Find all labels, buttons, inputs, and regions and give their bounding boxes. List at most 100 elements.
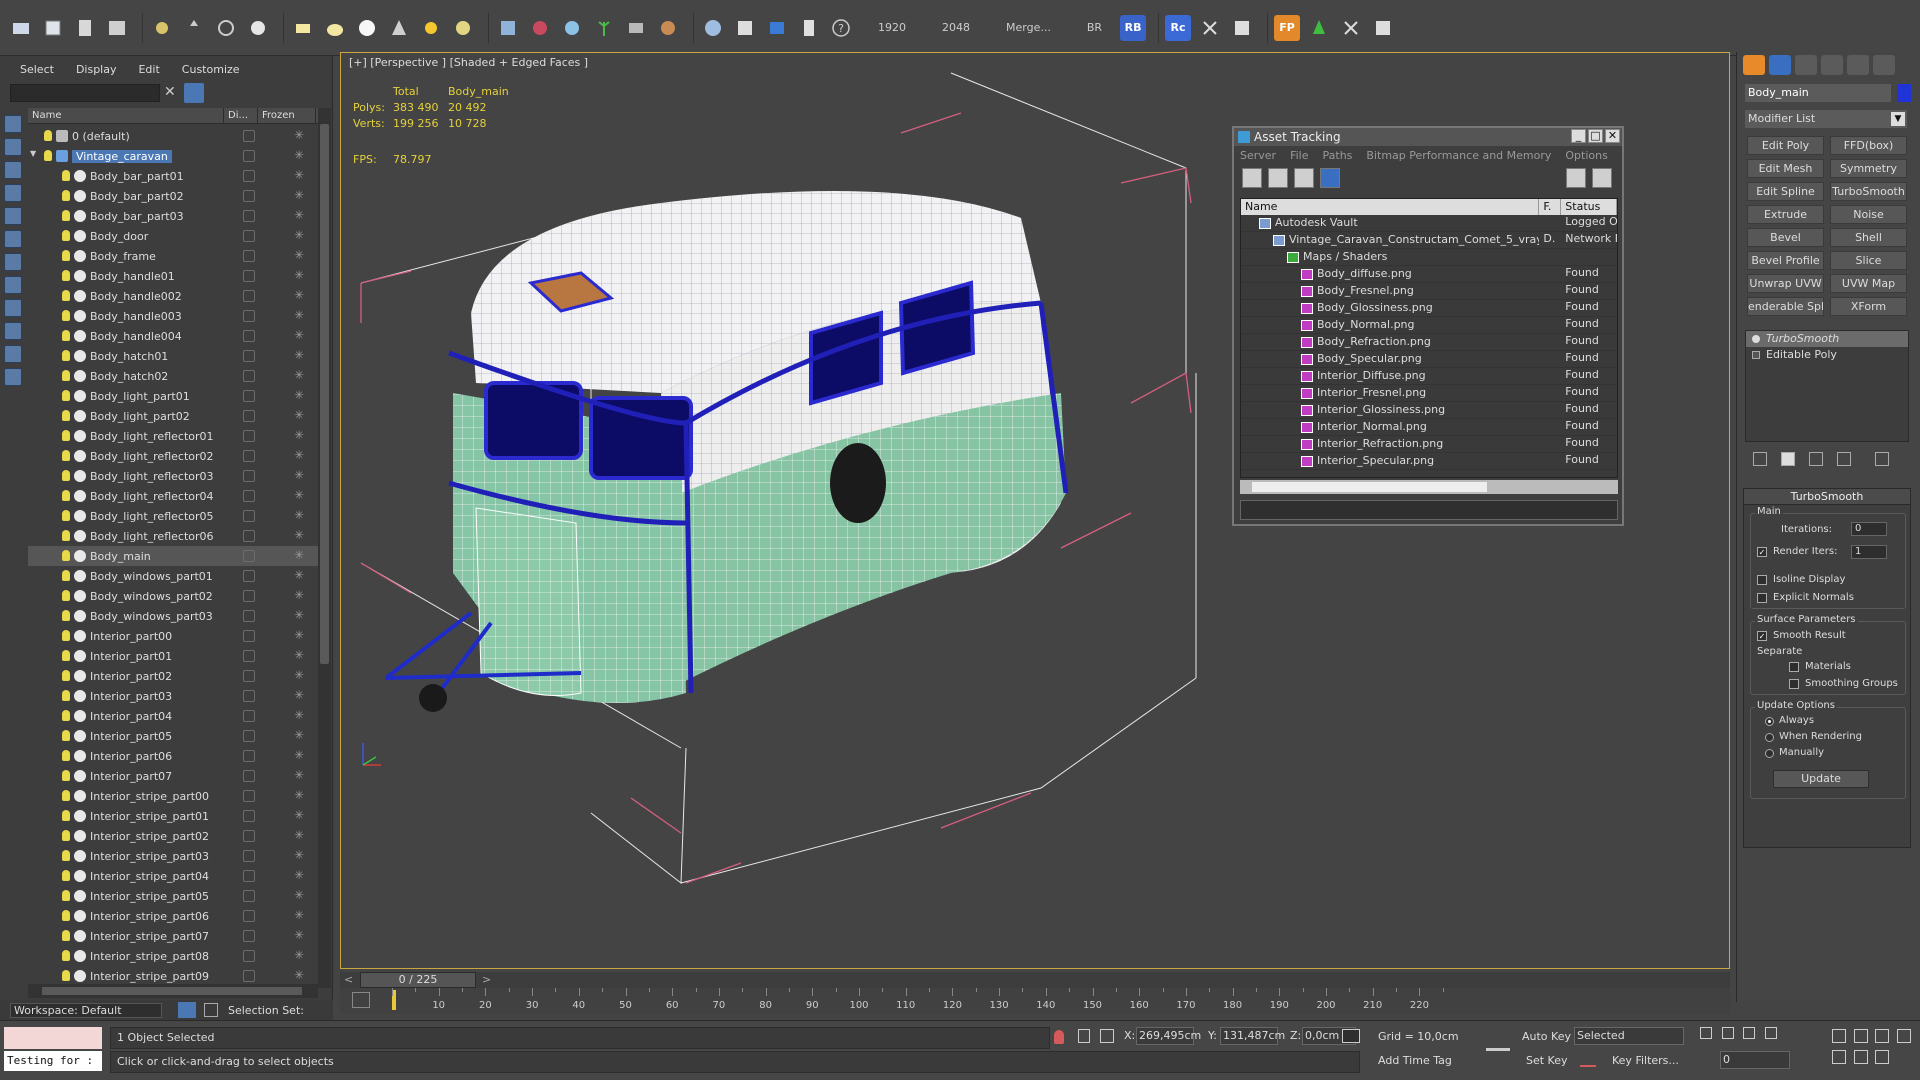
display-toggle-icon[interactable] [243,170,255,182]
display-toggle-icon[interactable] [243,290,255,302]
visibility-bulb-icon[interactable] [62,270,70,281]
rotate-icon[interactable] [213,15,239,41]
display-toggle-icon[interactable] [243,470,255,482]
object-row[interactable]: Interior_part01 ✳ [28,646,318,666]
fp-button[interactable]: FP [1274,14,1301,41]
display-tab-icon[interactable] [1847,55,1869,75]
open-icon[interactable] [8,15,34,41]
freeze-toggle-icon[interactable]: ✳ [294,168,304,182]
next-key-icon[interactable] [1764,1027,1777,1039]
dome-light-icon[interactable] [450,15,476,41]
visibility-bulb-icon[interactable] [62,650,70,661]
object-name-field[interactable]: Body_main [1745,84,1891,102]
minimize-button[interactable]: _ [1571,129,1586,143]
current-frame-field[interactable]: 0 [1720,1051,1790,1069]
freeze-toggle-icon[interactable]: ✳ [294,508,304,522]
visibility-bulb-icon[interactable] [62,190,70,201]
object-row[interactable]: Body_handle002 ✳ [28,286,318,306]
freeze-toggle-icon[interactable]: ✳ [294,808,304,822]
object-row[interactable]: Body_light_reflector04 ✳ [28,486,318,506]
stack-item-turbosmooth[interactable]: TurboSmooth [1746,331,1908,347]
modifier-button[interactable]: FFD(box) [1830,136,1907,155]
modify-tab-icon[interactable] [1769,55,1791,75]
modifier-list-dropdown[interactable]: Modifier List ▼ [1745,110,1907,128]
move-icon[interactable] [181,15,207,41]
display-toggle-icon[interactable] [243,450,255,462]
auto-key-button[interactable]: Auto Key [1522,1030,1571,1043]
explorer-search-input[interactable] [10,84,160,102]
layer-row[interactable]: ▼ Vintage_caravan ✳ [28,146,318,166]
modifier-button[interactable]: Slice [1830,251,1907,270]
asset-horizontal-scrollbar[interactable] [1240,480,1618,494]
freeze-toggle-icon[interactable]: ✳ [294,648,304,662]
display-toggle-icon[interactable] [243,910,255,922]
render-iters-checkbox[interactable]: ✓ [1757,547,1767,557]
asset-row[interactable]: Interior_Fresnel.png Found [1241,385,1617,402]
display-toggle-icon[interactable] [243,950,255,962]
object-row[interactable]: Interior_part00 ✳ [28,626,318,646]
rollout-title[interactable]: TurboSmooth [1744,489,1910,505]
display-toggle-icon[interactable] [243,790,255,802]
lock-icon[interactable] [1078,1029,1090,1043]
display-lights-icon[interactable] [4,184,22,202]
asset-row[interactable]: Autodesk Vault Logged Ou [1241,215,1617,232]
display-shapes-icon[interactable] [4,161,22,179]
freeze-toggle-icon[interactable]: ✳ [294,528,304,542]
file-icon[interactable] [796,15,822,41]
display-helpers-icon[interactable] [4,230,22,248]
display-all-icon[interactable] [4,115,22,133]
asset-tracking-titlebar[interactable]: Asset Tracking _ □ ✕ [1234,128,1622,146]
visibility-bulb-icon[interactable] [62,730,70,741]
freeze-toggle-icon[interactable]: ✳ [294,228,304,242]
column-name[interactable]: Name [28,108,224,123]
display-toggle-icon[interactable] [243,570,255,582]
material-icon[interactable] [527,15,553,41]
visibility-bulb-icon[interactable] [62,750,70,761]
display-toggle-icon[interactable] [243,750,255,762]
display-toggle-icon[interactable] [243,730,255,742]
object-row[interactable]: Body_light_reflector01 ✳ [28,426,318,446]
display-toggle-icon[interactable] [243,850,255,862]
display-toggle-icon[interactable] [243,390,255,402]
object-row[interactable]: Body_bar_part02 ✳ [28,186,318,206]
remove-modifier-icon[interactable] [1837,452,1851,466]
isolate-icon[interactable] [1054,1030,1064,1044]
y-coordinate-field[interactable]: 131,487cm [1220,1027,1285,1045]
visibility-bulb-icon[interactable] [62,930,70,941]
asset-row[interactable]: Interior_Normal.png Found [1241,419,1617,436]
visibility-bulb-icon[interactable] [62,450,70,461]
object-row[interactable]: Body_hatch02 ✳ [28,366,318,386]
explicit-normals-checkbox[interactable] [1757,593,1767,603]
maximize-button[interactable]: □ [1588,129,1603,143]
display-toggle-icon[interactable] [243,130,255,142]
render-height[interactable]: 2048 [942,21,970,34]
hdri-icon[interactable] [623,15,649,41]
field-of-view-icon[interactable] [1896,1029,1911,1043]
object-row[interactable]: Interior_stripe_part01 ✳ [28,806,318,826]
freeze-toggle-icon[interactable]: ✳ [294,448,304,462]
display-toggle-icon[interactable] [243,630,255,642]
display-toggle-icon[interactable] [243,250,255,262]
freeze-toggle-icon[interactable]: ✳ [294,828,304,842]
visibility-bulb-icon[interactable] [62,390,70,401]
visibility-bulb-icon[interactable] [62,370,70,381]
always-radio[interactable] [1765,717,1774,726]
frame-buffer-icon[interactable] [764,15,790,41]
explorer-horizontal-scrollbar[interactable] [28,984,318,998]
menu-server[interactable]: Server [1240,149,1276,162]
display-toggle-icon[interactable] [243,210,255,222]
asset-row[interactable]: Body_diffuse.png Found [1241,266,1617,283]
visibility-bulb-icon[interactable] [62,250,70,261]
object-row[interactable]: Body_main ✳ [28,546,318,566]
absolute-mode-icon[interactable] [1100,1029,1114,1043]
maxscript-listener-output[interactable] [4,1027,102,1049]
display-toggle-icon[interactable] [243,330,255,342]
add-time-tag[interactable]: Add Time Tag [1378,1054,1452,1067]
display-toggle-icon[interactable] [243,270,255,282]
object-row[interactable]: Body_handle003 ✳ [28,306,318,326]
stack-item-editable-poly[interactable]: Editable Poly [1746,347,1908,363]
freeze-toggle-icon[interactable]: ✳ [294,148,304,162]
visibility-bulb-icon[interactable] [62,530,70,541]
forest-icon[interactable] [1306,15,1332,41]
display-toggle-icon[interactable] [243,350,255,362]
